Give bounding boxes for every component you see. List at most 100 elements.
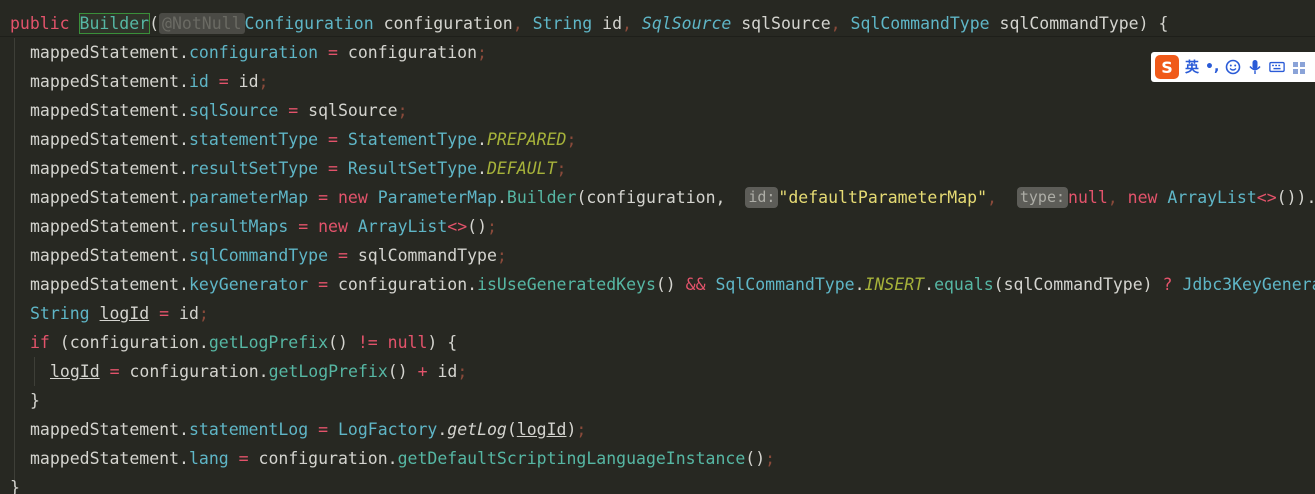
type: ArrayList bbox=[1167, 188, 1257, 207]
mic-icon[interactable] bbox=[1247, 59, 1263, 75]
type: LogFactory bbox=[337, 420, 438, 439]
local-variable: logId bbox=[50, 362, 100, 381]
identifier: configuration bbox=[337, 275, 468, 294]
code-editor[interactable]: public Builder(@NotNull Configuration con… bbox=[0, 0, 1315, 494]
dot: . bbox=[258, 362, 269, 381]
argument: (sqlCommandType) bbox=[993, 275, 1153, 294]
dot: . bbox=[467, 275, 478, 294]
keyword-null: null bbox=[387, 333, 428, 352]
code-line-13[interactable]: logId = configuration.getLogPrefix() + i… bbox=[50, 357, 1315, 386]
code-line-8[interactable]: mappedStatement.resultMaps = new ArrayLi… bbox=[30, 212, 1315, 241]
dot: . bbox=[387, 449, 398, 468]
enum-constant: DEFAULT bbox=[486, 159, 557, 178]
code-line-7[interactable]: mappedStatement.parameterMap = new Param… bbox=[30, 183, 1315, 212]
sogou-logo-icon[interactable]: S bbox=[1155, 55, 1179, 79]
semicolon: ; bbox=[765, 449, 776, 468]
type: Builder bbox=[506, 188, 577, 207]
semicolon: ; bbox=[397, 101, 408, 120]
identifier: mappedStatement bbox=[30, 217, 180, 236]
identifier: configuration bbox=[129, 362, 259, 381]
dot: . bbox=[854, 275, 865, 294]
field: configuration bbox=[188, 43, 319, 62]
ime-toolbar[interactable]: S 英 •, bbox=[1151, 52, 1315, 82]
operator: ? bbox=[1152, 275, 1183, 294]
paren: () bbox=[387, 362, 408, 381]
brace-close: } bbox=[10, 478, 20, 494]
type: SqlCommandType bbox=[715, 275, 855, 294]
type: ResultSetType bbox=[347, 159, 478, 178]
argument: (configuration, bbox=[576, 188, 726, 207]
operator: = bbox=[288, 217, 319, 236]
code-line-5[interactable]: mappedStatement.statementType = Statemen… bbox=[30, 125, 1315, 154]
identifier: sqlCommandType bbox=[357, 246, 497, 265]
comma: , bbox=[512, 14, 523, 33]
code-line-17[interactable]: } bbox=[10, 473, 1315, 494]
operator: = bbox=[208, 72, 239, 91]
code-line-4[interactable]: mappedStatement.sqlSource = sqlSource; bbox=[30, 96, 1315, 125]
type: ArrayList bbox=[357, 217, 448, 236]
code-line-16[interactable]: mappedStatement.lang = configuration.get… bbox=[30, 444, 1315, 473]
param-hint: id: bbox=[745, 187, 779, 208]
field: parameterMap bbox=[188, 188, 309, 207]
diamond: <> bbox=[1256, 188, 1277, 207]
operator: = bbox=[318, 43, 348, 62]
code-line-3[interactable]: mappedStatement.id = id; bbox=[30, 67, 1315, 96]
operator: = bbox=[308, 275, 338, 294]
dot: . bbox=[179, 72, 189, 91]
param-name: sqlCommandType bbox=[989, 14, 1139, 33]
param-name: configuration bbox=[373, 14, 513, 33]
skin-icon[interactable] bbox=[1291, 59, 1307, 75]
code-line-10[interactable]: mappedStatement.keyGenerator = configura… bbox=[30, 270, 1315, 299]
operator: = bbox=[308, 188, 338, 207]
code-line-15[interactable]: mappedStatement.statementLog = LogFactor… bbox=[30, 415, 1315, 444]
keyword-new: new bbox=[337, 188, 368, 207]
method-call: getDefaultScriptingLanguageInstance bbox=[397, 449, 746, 468]
comma: , bbox=[830, 14, 841, 33]
comma: , bbox=[1107, 188, 1118, 207]
local-variable: logId bbox=[99, 304, 150, 323]
field: lang bbox=[188, 449, 229, 468]
semicolon: ; bbox=[487, 217, 497, 236]
identifier: mappedStatement bbox=[30, 246, 180, 265]
dot: . bbox=[179, 246, 189, 265]
type: StatementType bbox=[347, 130, 478, 149]
keyboard-icon[interactable] bbox=[1269, 59, 1286, 75]
paren: ) bbox=[566, 420, 577, 439]
code-line-14[interactable]: } bbox=[30, 386, 1315, 415]
emoji-icon[interactable] bbox=[1225, 59, 1241, 75]
code-line-2[interactable]: mappedStatement.configuration = configur… bbox=[30, 38, 1315, 67]
paren: ( bbox=[506, 420, 517, 439]
operator: && bbox=[675, 275, 716, 294]
method-call: getLogPrefix bbox=[268, 362, 388, 381]
paren: ( bbox=[149, 14, 160, 33]
code-line-11[interactable]: String logId = id; bbox=[30, 299, 1315, 328]
code-line-12[interactable]: if (configuration.getLogPrefix() != null… bbox=[30, 328, 1315, 357]
keyword-public: public bbox=[10, 14, 70, 33]
operator: != bbox=[347, 333, 388, 352]
semicolon: ; bbox=[457, 362, 468, 381]
ime-language-toggle[interactable]: 英 bbox=[1185, 57, 1199, 77]
dot: . bbox=[179, 275, 189, 294]
string-literal: "defaultParameterMap" bbox=[778, 188, 988, 207]
method-call: equals bbox=[934, 275, 994, 294]
identifier: mappedStatement bbox=[30, 43, 180, 62]
keyword-null: null bbox=[1068, 188, 1108, 207]
dot: . bbox=[179, 43, 189, 62]
identifier: mappedStatement bbox=[30, 420, 180, 439]
identifier: id bbox=[437, 362, 458, 381]
code-line-6[interactable]: mappedStatement.resultSetType = ResultSe… bbox=[30, 154, 1315, 183]
identifier: mappedStatement bbox=[30, 130, 180, 149]
dot: . bbox=[179, 420, 189, 439]
field: keyGenerator bbox=[188, 275, 309, 294]
constructor-name[interactable]: Builder bbox=[78, 13, 151, 34]
paren: () bbox=[655, 275, 676, 294]
identifier: id bbox=[179, 304, 199, 323]
local-variable: logId bbox=[516, 420, 567, 439]
code-line-1[interactable]: public Builder(@NotNull Configuration con… bbox=[10, 9, 1315, 38]
ime-punctuation-toggle[interactable]: •, bbox=[1205, 59, 1219, 75]
type: String bbox=[30, 304, 90, 323]
method-call: getLogPrefix bbox=[208, 333, 329, 352]
identifier: mappedStatement bbox=[30, 275, 180, 294]
code-line-9[interactable]: mappedStatement.sqlCommandType = sqlComm… bbox=[30, 241, 1315, 270]
field: sqlSource bbox=[188, 101, 279, 120]
